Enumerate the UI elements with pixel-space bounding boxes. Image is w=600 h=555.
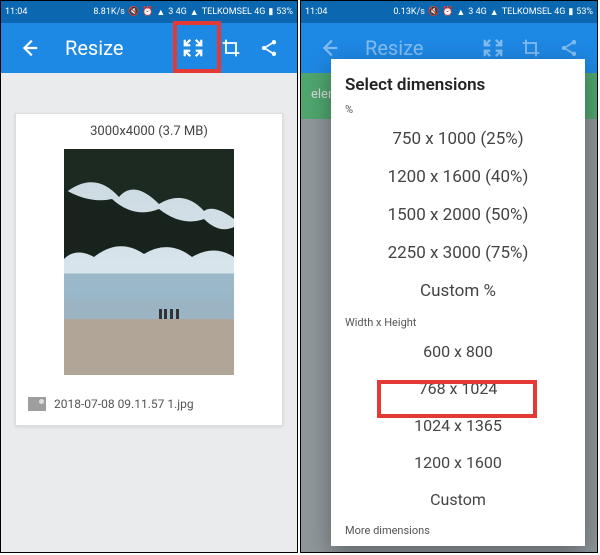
show-more-button[interactable]: Show More — [345, 541, 571, 546]
dialog-section-wh: Width x Height — [345, 316, 571, 329]
status-time: 11:04 — [5, 7, 27, 17]
dialog-section-more: More dimensions — [345, 524, 571, 537]
dialog-section-percent: % — [345, 103, 571, 116]
battery-icon: ▮ — [268, 7, 273, 17]
appbar-title: Resize — [365, 36, 473, 60]
content-area: 3000x4000 (3.7 MB) — [1, 73, 297, 552]
crop-icon-button[interactable] — [213, 30, 249, 66]
dim-option[interactable]: 750 x 1000 (25%) — [345, 120, 571, 158]
phone-left: 11:04 8.81K/s 🔇 ⏰ ▲ 3 4G ▲ TELKOMSEL 4G … — [0, 0, 298, 553]
image-thumbnail — [64, 149, 234, 375]
dim-option[interactable]: 768 x 1024 — [345, 370, 571, 407]
battery-icon: ▮ — [568, 7, 573, 17]
dim-option[interactable]: 600 x 800 — [345, 333, 571, 370]
status-bar: 11:04 8.81K/s 🔇 ⏰ ▲ 3 4G ▲ TELKOMSEL 4G … — [1, 1, 297, 23]
status-battery: 53% — [576, 7, 593, 17]
dialog-title: Select dimensions — [345, 75, 571, 95]
phone-right: 11:04 0.13K/s 🔇 ⏰ ▲ 3 4G ▲ TELKOMSEL 4G … — [300, 0, 598, 553]
status-net-speed: 8.81K/s — [93, 7, 125, 17]
signal-icon: ▲ — [456, 7, 465, 18]
file-row: 2018-07-08 09.11.57 1.jpg — [16, 375, 282, 415]
mute-icon: 🔇 — [128, 7, 139, 17]
select-dimensions-dialog: Select dimensions % 750 x 1000 (25%) 120… — [331, 59, 585, 546]
status-net-speed: 0.13K/s — [393, 7, 425, 17]
signal-icon: ▲ — [156, 7, 165, 18]
dim-option[interactable]: 1200 x 1600 (40%) — [345, 158, 571, 196]
signal-icon: ▲ — [190, 7, 199, 18]
status-signal1: 3 4G — [168, 7, 186, 17]
filename-label: 2018-07-08 09.11.57 1.jpg — [54, 397, 194, 411]
back-button[interactable] — [11, 30, 47, 66]
dim-option-custom[interactable]: Custom — [345, 481, 571, 518]
appbar-title: Resize — [65, 36, 173, 60]
dim-option[interactable]: 1500 x 2000 (50%) — [345, 196, 571, 234]
dim-option-custom-percent[interactable]: Custom % — [345, 272, 571, 310]
image-preview[interactable] — [16, 149, 282, 375]
content-area: elem Select dimensions % 750 x 1000 (25%… — [301, 73, 597, 552]
status-carrier: TELKOMSEL 4G — [502, 7, 566, 17]
image-card[interactable]: 3000x4000 (3.7 MB) — [15, 113, 283, 426]
image-file-icon — [28, 397, 46, 411]
alarm-icon: ⏰ — [442, 7, 453, 17]
dim-option[interactable]: 1200 x 1600 — [345, 444, 571, 481]
dim-option[interactable]: 2250 x 3000 (75%) — [345, 234, 571, 272]
dim-option-selected[interactable]: 1024 x 1365 — [345, 407, 571, 444]
signal-icon: ▲ — [490, 7, 499, 18]
alarm-icon: ⏰ — [142, 7, 153, 17]
status-carrier: TELKOMSEL 4G — [202, 7, 266, 17]
resize-icon-button[interactable] — [175, 30, 211, 66]
status-signal1: 3 4G — [468, 7, 486, 17]
status-battery: 53% — [276, 7, 293, 17]
mute-icon: 🔇 — [428, 7, 439, 17]
status-bar: 11:04 0.13K/s 🔇 ⏰ ▲ 3 4G ▲ TELKOMSEL 4G … — [301, 1, 597, 23]
image-dimensions-label: 3000x4000 (3.7 MB) — [16, 114, 282, 149]
status-time: 11:04 — [305, 7, 327, 17]
share-icon-button[interactable] — [251, 30, 287, 66]
app-bar: Resize — [1, 23, 297, 73]
